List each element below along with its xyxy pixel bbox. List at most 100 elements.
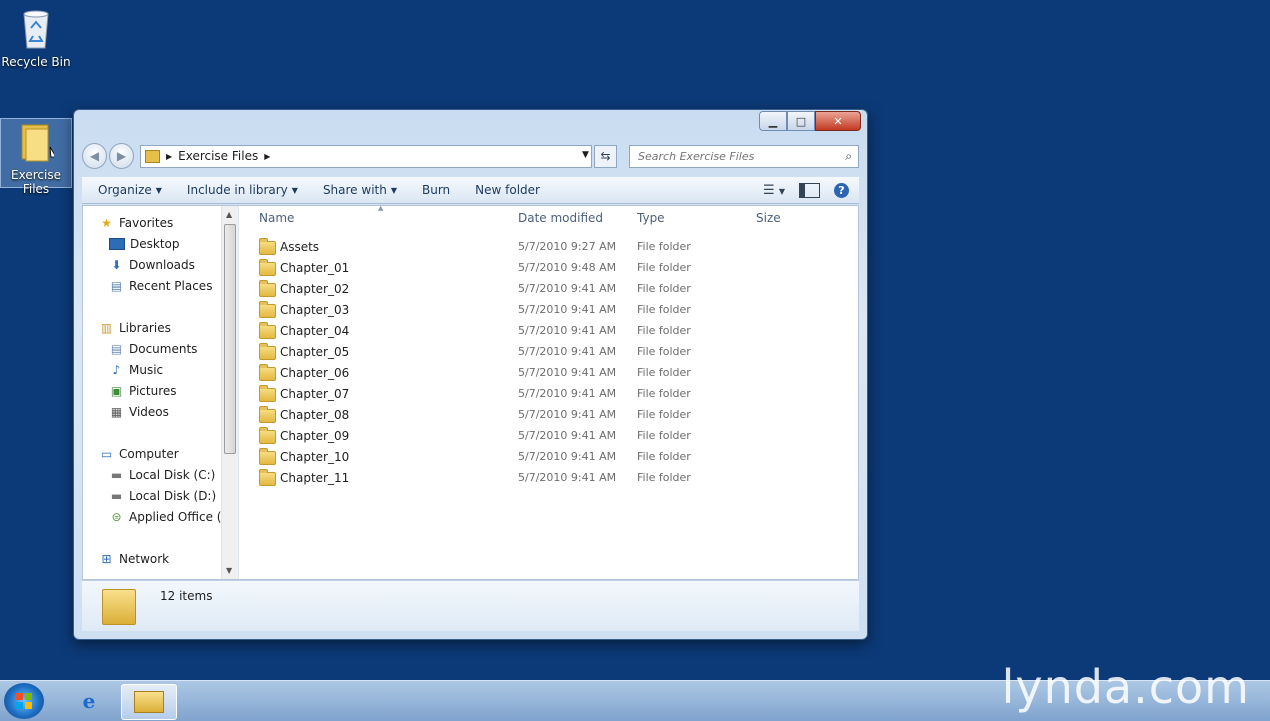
chevron-down-icon: ▼ [291, 185, 298, 195]
exercise-files-desktop-icon[interactable]: Exercise Files [0, 118, 72, 196]
file-type: File folder [637, 387, 691, 400]
nav-local-disk-d[interactable]: ▬ Local Disk (D:) [109, 489, 216, 503]
column-type[interactable]: Type [637, 211, 665, 225]
file-name: Chapter_10 [280, 450, 350, 464]
minimize-button[interactable]: ▁ [759, 111, 787, 131]
file-name: Chapter_06 [280, 366, 350, 380]
item-count: 12 items [160, 589, 213, 603]
scrollbar-thumb[interactable] [224, 224, 236, 454]
file-row[interactable]: Chapter_01 5/7/2010 9:48 AM File folder [259, 259, 819, 279]
file-list: Name ▲ Date modified Type Size Assets 5/7… [243, 204, 858, 579]
burn-button[interactable]: Burn [406, 183, 459, 197]
file-date: 5/7/2010 9:41 AM [518, 345, 617, 358]
nav-local-disk-c[interactable]: ▬ Local Disk (C:) [109, 468, 215, 482]
file-row[interactable]: Assets 5/7/2010 9:27 AM File folder [259, 238, 819, 258]
file-name: Chapter_09 [280, 429, 350, 443]
new-folder-label: New folder [475, 183, 540, 197]
share-with-button[interactable]: Share with ▼ [307, 183, 406, 197]
nav-videos[interactable]: ▦ Videos [109, 405, 169, 419]
windows-explorer-taskbar-button[interactable] [121, 684, 177, 720]
close-button[interactable]: ✕ [815, 111, 861, 131]
folder-icon [259, 259, 276, 276]
folder-icon [259, 427, 276, 444]
address-dropdown-icon[interactable]: ▼ [582, 150, 589, 160]
recycle-bin-label: Recycle Bin [1, 55, 71, 69]
nav-downloads[interactable]: ⬇ Downloads [109, 258, 194, 272]
nav-pane-scrollbar[interactable]: ▲ ▼ [221, 206, 238, 579]
file-row[interactable]: Chapter_09 5/7/2010 9:41 AM File folder [259, 427, 819, 447]
column-date-modified[interactable]: Date modified [518, 211, 603, 225]
nav-libraries-label: Libraries [119, 321, 171, 335]
explorer-window: ▁ □ ✕ ◀ ▶ ▶ Exercise Files ▶ ▼ ⇆ ⌕ Organ… [73, 109, 868, 640]
nav-libraries[interactable]: ▥ Libraries [99, 321, 171, 335]
refresh-button[interactable]: ⇆ [593, 144, 618, 168]
nav-videos-label: Videos [129, 405, 169, 419]
forward-button[interactable]: ▶ [108, 143, 134, 169]
navigation-row: ◀ ▶ ▶ Exercise Files ▶ ▼ ⇆ ⌕ [82, 143, 859, 169]
nav-pictures[interactable]: ▣ Pictures [109, 384, 177, 398]
back-button[interactable]: ◀ [82, 143, 107, 169]
folder-icon [259, 238, 276, 255]
nav-favorites[interactable]: ★ Favorites [99, 216, 173, 230]
nav-recent-places[interactable]: ▤ Recent Places [109, 279, 213, 293]
breadcrumb-arrow-icon[interactable]: ▶ [166, 152, 172, 161]
file-row[interactable]: Chapter_05 5/7/2010 9:41 AM File folder [259, 343, 819, 363]
folder-icon [259, 448, 276, 465]
search-input[interactable] [636, 148, 841, 164]
burn-label: Burn [422, 183, 451, 197]
file-type: File folder [637, 240, 691, 253]
windows-logo-icon [16, 693, 32, 709]
nav-applied-office[interactable]: ⊜ Applied Office (F [109, 510, 228, 524]
view-options-icon[interactable]: ☰ ▼ [763, 183, 785, 198]
scroll-up-icon[interactable]: ▲ [226, 210, 232, 219]
network-drive-icon: ⊜ [111, 510, 122, 524]
nav-computer[interactable]: ▭ Computer [99, 447, 179, 461]
file-name: Assets [280, 240, 320, 254]
search-box[interactable]: ⌕ [629, 144, 859, 168]
share-with-label: Share with [322, 183, 387, 197]
help-icon[interactable]: ? [834, 182, 849, 198]
maximize-icon: □ [795, 114, 807, 128]
breadcrumb-arrow-icon[interactable]: ▶ [264, 152, 270, 161]
nav-music-label: Music [129, 363, 164, 377]
nav-network[interactable]: ⊞ Network [99, 552, 169, 566]
maximize-button[interactable]: □ [787, 111, 815, 131]
file-row[interactable]: Chapter_06 5/7/2010 9:41 AM File folder [259, 364, 819, 384]
breadcrumb-exercise-files[interactable]: Exercise Files [178, 149, 258, 163]
file-row[interactable]: Chapter_08 5/7/2010 9:41 AM File folder [259, 406, 819, 426]
file-type: File folder [637, 450, 691, 463]
new-folder-button[interactable]: New folder [459, 183, 549, 197]
file-date: 5/7/2010 9:41 AM [518, 387, 617, 400]
include-in-library-label: Include in library [186, 183, 288, 197]
folder-icon [259, 280, 276, 297]
column-size[interactable]: Size [756, 211, 781, 225]
recycle-bin-desktop-icon[interactable]: Recycle Bin [1, 6, 71, 69]
nav-desktop[interactable]: Desktop [109, 237, 180, 251]
organize-button[interactable]: Organize ▼ [82, 183, 171, 197]
back-arrow-icon: ◀ [89, 149, 100, 163]
address-bar[interactable]: ▶ Exercise Files ▶ ▼ [139, 144, 592, 168]
explorer-folder-icon [134, 691, 164, 713]
file-row[interactable]: Chapter_02 5/7/2010 9:41 AM File folder [259, 280, 819, 300]
file-row[interactable]: Chapter_10 5/7/2010 9:41 AM File folder [259, 448, 819, 468]
file-date: 5/7/2010 9:41 AM [518, 471, 617, 484]
downloads-icon: ⬇ [111, 258, 122, 272]
internet-explorer-taskbar-button[interactable]: e [62, 684, 116, 718]
caption-buttons: ▁ □ ✕ [759, 111, 861, 131]
file-row[interactable]: Chapter_03 5/7/2010 9:41 AM File folder [259, 301, 819, 321]
preview-pane-icon[interactable] [799, 182, 820, 198]
music-icon: ♪ [112, 363, 121, 377]
start-button[interactable] [4, 683, 44, 719]
include-in-library-button[interactable]: Include in library ▼ [171, 183, 307, 197]
organize-label: Organize [98, 183, 152, 197]
nav-documents[interactable]: ▤ Documents [109, 342, 198, 356]
file-row[interactable]: Chapter_07 5/7/2010 9:41 AM File folder [259, 385, 819, 405]
file-row[interactable]: Chapter_04 5/7/2010 9:41 AM File folder [259, 322, 819, 342]
lynda-watermark: lynda.com [1001, 660, 1250, 714]
search-icon[interactable]: ⌕ [845, 149, 852, 164]
folder-icon [259, 469, 276, 486]
file-row[interactable]: Chapter_11 5/7/2010 9:41 AM File folder [259, 469, 819, 489]
column-name[interactable]: Name [259, 211, 294, 225]
scroll-down-icon[interactable]: ▼ [226, 566, 232, 575]
nav-music[interactable]: ♪ Music [109, 363, 164, 377]
